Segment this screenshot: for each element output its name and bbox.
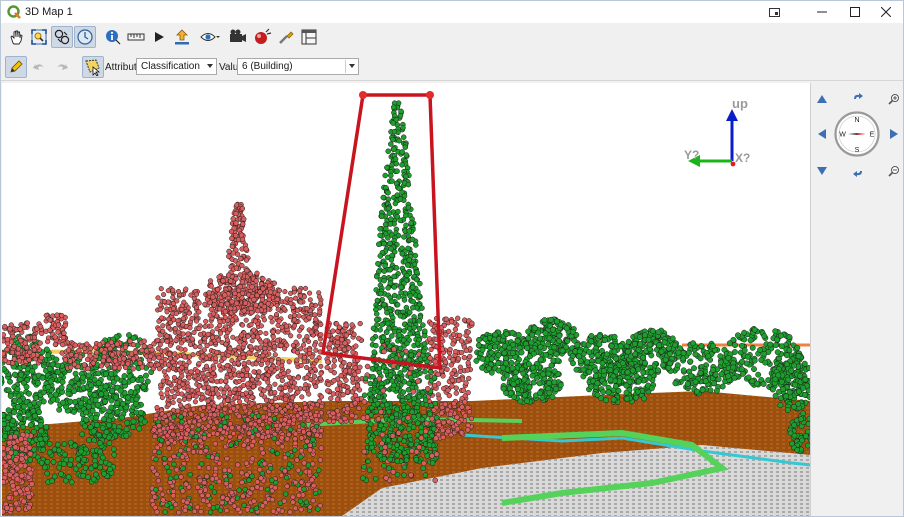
view-menu-button[interactable] [199, 26, 221, 48]
main-toolbar [1, 23, 903, 53]
pan-right-button[interactable] [886, 126, 902, 142]
play-icon [155, 32, 164, 42]
zoom-full-icon [31, 29, 47, 45]
compass-south: S [855, 147, 860, 154]
export-icon [175, 29, 189, 45]
minimize-icon [817, 11, 827, 13]
redo-icon [57, 63, 68, 70]
polygon-select-button[interactable] [82, 56, 104, 78]
camera-control-button[interactable] [74, 26, 96, 48]
axis-up-label: up [732, 96, 748, 111]
pan-left-button[interactable] [814, 126, 830, 142]
navigation-panel: N S E W [812, 83, 903, 516]
compass-west: W [839, 132, 846, 139]
toggle-editing-button[interactable] [5, 56, 27, 78]
identify-icon [106, 30, 121, 45]
polygon-select-icon [85, 59, 101, 76]
zoom-in-icon [888, 94, 899, 105]
effects-menu-button[interactable] [251, 26, 273, 48]
attribute-combobox-value: Classification [141, 61, 200, 72]
eye-icon [200, 33, 220, 41]
3d-map-canvas[interactable]: up Y? X? [2, 83, 811, 516]
settings-icon [279, 31, 294, 44]
attribute-combobox[interactable]: Classification [136, 58, 217, 75]
axis-y-label: Y? [684, 148, 699, 162]
pan-button[interactable] [5, 26, 27, 48]
combo-separator [345, 60, 346, 73]
maximize-icon [850, 7, 860, 17]
dock-button[interactable] [757, 1, 791, 23]
compass[interactable]: N S E W [834, 111, 880, 157]
zoom-out-button[interactable] [886, 163, 902, 179]
selection-vertex[interactable] [359, 91, 367, 99]
qgis-logo-icon [7, 5, 21, 19]
triangle-right-icon [890, 129, 898, 139]
rotate-ccw-button[interactable] [850, 91, 866, 107]
minimize-button[interactable] [805, 1, 839, 23]
play-animation-button[interactable] [148, 26, 170, 48]
title-bar: 3D Map 1 [1, 1, 903, 23]
value-combobox[interactable]: 6 (Building) [237, 58, 359, 75]
close-button[interactable] [869, 1, 903, 23]
3d-map-window: 3D Map 1 Attribute Classification Value … [0, 0, 904, 517]
maximize-button[interactable] [838, 1, 872, 23]
chevron-down-icon [349, 64, 355, 68]
pan-icon [10, 30, 23, 45]
layout-button[interactable] [298, 26, 320, 48]
rotate-right-icon [853, 171, 862, 177]
value-combobox-value: 6 (Building) [242, 61, 293, 72]
editing-toolbar: Attribute Classification Value 6 (Buildi… [1, 53, 903, 81]
redo-button[interactable] [51, 56, 73, 78]
measure-icon [127, 33, 145, 41]
measure-button[interactable] [125, 26, 147, 48]
zoom-full-button[interactable] [28, 26, 50, 48]
export-button[interactable] [171, 26, 193, 48]
selection-vertex[interactable] [426, 91, 434, 99]
chevron-down-icon [207, 64, 213, 68]
triangle-left-icon [818, 129, 826, 139]
triangle-down-icon [817, 167, 827, 175]
camera-control-icon [77, 29, 93, 45]
rotate-left-icon [854, 93, 863, 99]
tilt-down-button[interactable] [814, 163, 830, 179]
compass-east: E [870, 132, 875, 139]
axis-x-label: X? [735, 151, 750, 165]
zoom-in-button[interactable] [886, 91, 902, 107]
layout-icon [301, 29, 317, 45]
pencil-icon [10, 60, 23, 73]
point-cloud-scene[interactable]: up Y? X? [2, 83, 811, 516]
dock-icon [768, 7, 780, 17]
tilt-up-button[interactable] [814, 91, 830, 107]
toggle-view-icon [54, 29, 70, 45]
window-title: 3D Map 1 [25, 6, 73, 18]
rotate-cw-button[interactable] [850, 163, 866, 179]
camera-menu-button[interactable] [227, 26, 249, 48]
compass-north: N [854, 117, 859, 124]
settings-button[interactable] [275, 26, 297, 48]
zoom-out-icon [888, 166, 899, 177]
undo-button[interactable] [28, 56, 50, 78]
close-icon [881, 7, 891, 17]
undo-icon [33, 63, 44, 70]
camera-icon [230, 29, 246, 42]
triangle-up-icon [817, 95, 827, 103]
toggle-view-button[interactable] [51, 26, 73, 48]
identify-button[interactable] [102, 26, 124, 48]
effects-icon [255, 28, 272, 44]
